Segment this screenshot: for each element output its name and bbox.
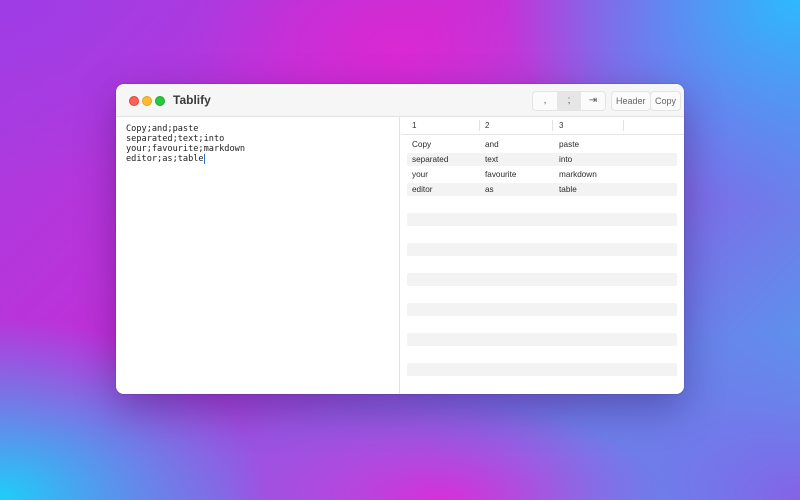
column-divider bbox=[479, 120, 480, 131]
text-caret bbox=[203, 154, 205, 164]
column-header-2: 2 bbox=[485, 121, 490, 130]
column-divider bbox=[552, 120, 553, 131]
title-bar[interactable]: Tablify , ; ⇥ Header Copy bbox=[116, 84, 684, 117]
text-editor[interactable]: Copy;and;paste separated;text;into your;… bbox=[116, 117, 400, 394]
copy-button[interactable]: Copy bbox=[650, 91, 682, 111]
table-header-row: 1 2 3 bbox=[401, 117, 684, 135]
table-cell: Copy bbox=[412, 140, 432, 149]
table-cell: favourite bbox=[485, 170, 517, 179]
close-window-button[interactable] bbox=[129, 96, 139, 106]
separator-segmented-control: , ; ⇥ bbox=[532, 91, 606, 111]
separator-tab-button[interactable]: ⇥ bbox=[581, 92, 605, 110]
table-cell: paste bbox=[559, 140, 580, 149]
table-cell: as bbox=[485, 185, 494, 194]
editor-line-text: editor;as;table bbox=[126, 154, 204, 164]
separator-comma-button[interactable]: , bbox=[533, 92, 557, 110]
empty-table-row bbox=[407, 363, 677, 376]
table-cell: your bbox=[412, 170, 428, 179]
editor-line-last: editor;as;table bbox=[126, 154, 389, 164]
table-cell: into bbox=[559, 155, 573, 164]
header-toggle-button[interactable]: Header bbox=[611, 91, 651, 111]
minimize-window-button[interactable] bbox=[142, 96, 152, 106]
zoom-window-button[interactable] bbox=[155, 96, 165, 106]
separator-semicolon-button[interactable]: ; bbox=[557, 92, 581, 110]
editor-line: Copy;and;paste bbox=[126, 124, 199, 134]
empty-table-row bbox=[407, 243, 677, 256]
column-header-1: 1 bbox=[412, 121, 417, 130]
empty-table-row bbox=[407, 213, 677, 226]
table-row: editor as table bbox=[407, 183, 677, 196]
editor-line: separated;text;into bbox=[126, 134, 225, 144]
empty-table-row bbox=[407, 333, 677, 346]
table-preview: 1 2 3 Copy and paste separated text into… bbox=[401, 117, 684, 394]
table-cell: editor bbox=[412, 185, 433, 194]
table-cell: separated bbox=[412, 155, 449, 164]
table-cell: markdown bbox=[559, 170, 597, 179]
table-cell: table bbox=[559, 185, 577, 194]
empty-table-row bbox=[407, 303, 677, 316]
table-row: separated text into bbox=[407, 153, 677, 166]
column-divider bbox=[623, 120, 624, 131]
table-row: your favourite markdown bbox=[407, 168, 677, 181]
window-title: Tablify bbox=[173, 93, 211, 107]
column-header-3: 3 bbox=[559, 121, 564, 130]
table-row: Copy and paste bbox=[407, 138, 677, 151]
editor-line: your;favourite;markdown bbox=[126, 144, 245, 154]
table-cell: and bbox=[485, 140, 499, 149]
table-cell: text bbox=[485, 155, 499, 164]
app-window: Tablify , ; ⇥ Header Copy Copy;and;paste… bbox=[116, 84, 684, 394]
empty-table-row bbox=[407, 273, 677, 286]
